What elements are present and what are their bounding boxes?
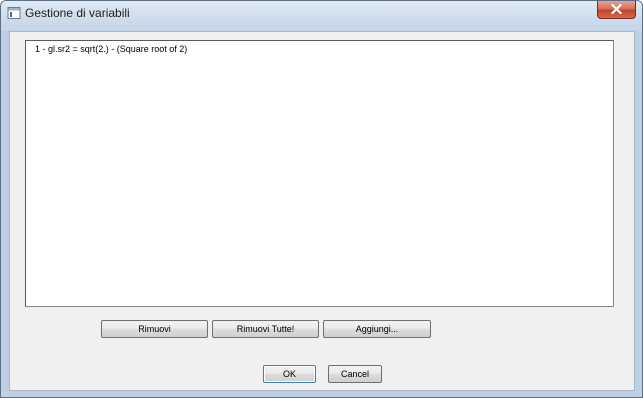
window-title: Gestione di variabili xyxy=(25,6,130,20)
close-button[interactable] xyxy=(597,1,636,19)
dialog-window: Gestione di variabili 1 - gl.sr2 = sqrt(… xyxy=(0,0,643,398)
remove-all-button[interactable]: Rimuovi Tutte! xyxy=(212,320,319,338)
list-item[interactable]: 1 - gl.sr2 = sqrt(2.) - (Square root of … xyxy=(35,44,187,54)
variables-listbox[interactable]: 1 - gl.sr2 = sqrt(2.) - (Square root of … xyxy=(25,40,614,307)
window-app-icon xyxy=(7,6,21,20)
title-bar[interactable]: Gestione di variabili xyxy=(1,1,642,27)
dialog-client-area: 1 - gl.sr2 = sqrt(2.) - (Square root of … xyxy=(9,31,635,391)
cancel-button[interactable]: Cancel xyxy=(328,365,382,383)
add-button[interactable]: Aggiungi... xyxy=(323,320,431,338)
ok-button[interactable]: OK xyxy=(263,365,316,383)
remove-button[interactable]: Rimuovi xyxy=(101,320,208,338)
close-icon xyxy=(610,1,623,19)
